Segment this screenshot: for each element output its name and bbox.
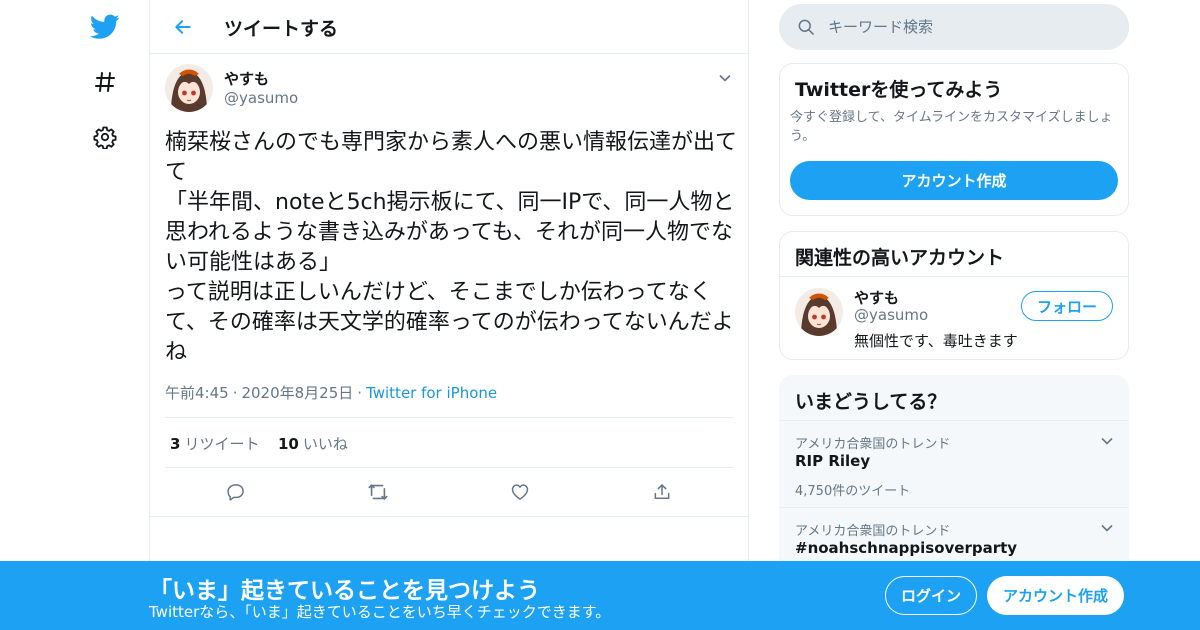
trend-context: アメリカ合衆国のトレンド xyxy=(795,524,951,539)
left-nav xyxy=(0,0,150,630)
trend-context: アメリカ合衆国のトレンド xyxy=(795,437,951,452)
related-card-title: 関連性の高いアカウント xyxy=(780,232,1128,277)
trends-card-title: いまどうしてる？ xyxy=(780,376,1128,421)
retweet-stat[interactable]: 3 リツイート xyxy=(170,433,259,454)
related-account-name[interactable]: やすも xyxy=(854,287,899,308)
tweet-text: 楠栞桜さんのでも専門家から素人への悪い情報伝達が出てて 「半年間、noteと5c… xyxy=(165,130,738,365)
trend-name: RIP Riley xyxy=(795,452,871,470)
retweet-label: リツイート xyxy=(184,435,260,453)
main-header: ツイートする xyxy=(150,0,748,54)
tweet-actions xyxy=(165,468,733,516)
chevron-down-icon[interactable] xyxy=(717,70,733,86)
bottom-signup-bar: 「いま」起きていることを見つけよう Twitterなら、「いま」起きていることを… xyxy=(0,561,1200,630)
like-stat[interactable]: 10 いいね xyxy=(278,433,348,454)
signup-card-title: Twitterを使ってみよう xyxy=(795,79,1003,101)
search-icon xyxy=(796,17,816,37)
search-box[interactable] xyxy=(779,4,1129,50)
tweet-meta: 午前4:45 · 2020年8月25日 · Twitter for iPhone xyxy=(165,384,498,402)
heart-icon[interactable] xyxy=(508,480,532,504)
related-accounts-card: 関連性の高いアカウント やすも @yasumo 無個性です、毒吐きます フォロー xyxy=(779,231,1129,360)
search-input[interactable] xyxy=(828,15,1108,39)
bottom-bar-subtitle: Twitterなら、「いま」起きていることをいち早くチェックできます。 xyxy=(149,603,611,621)
page-title: ツイートする xyxy=(224,18,339,40)
related-account-bio: 無個性です、毒吐きます xyxy=(854,332,1018,350)
related-account-handle[interactable]: @yasumo xyxy=(854,306,928,324)
signup-card-description: 今すぐ登録して、タイムラインをカスタマイズしましょう。 xyxy=(790,110,1113,144)
tweet-time[interactable]: 午前4:45 xyxy=(165,384,229,402)
tweet-stats: 3 リツイート 10 いいね xyxy=(165,417,733,468)
gear-icon[interactable] xyxy=(88,120,122,154)
bottom-bar-title: 「いま」起きていることを見つけよう xyxy=(149,578,540,604)
chevron-down-icon[interactable] xyxy=(1099,433,1115,449)
author-name[interactable]: やすも xyxy=(224,68,269,89)
avatar[interactable] xyxy=(165,64,213,112)
hashtag-icon[interactable] xyxy=(88,65,122,99)
trend-item[interactable]: アメリカ合衆国のトレンド RIP Riley 4,750件のツイート xyxy=(780,421,1128,508)
tweet: やすも @yasumo 楠栞桜さんのでも専門家から素人への悪い情報伝達が出てて … xyxy=(150,54,748,517)
trend-count: 4,750件のツイート xyxy=(795,484,911,499)
retweet-count: 3 xyxy=(170,435,181,453)
tweet-date[interactable]: 2020年8月25日 xyxy=(241,384,353,402)
back-arrow-icon[interactable] xyxy=(168,12,198,42)
author-handle[interactable]: @yasumo xyxy=(224,89,298,107)
tweet-author: やすも @yasumo xyxy=(165,64,733,114)
twitter-bird-icon[interactable] xyxy=(88,10,122,44)
signup-card: Twitterを使ってみよう 今すぐ登録して、タイムラインをカスタマイズしましょ… xyxy=(779,63,1129,216)
follow-button[interactable]: フォロー xyxy=(1021,291,1113,321)
login-button[interactable]: ログイン xyxy=(885,576,977,615)
chevron-down-icon[interactable] xyxy=(1099,520,1115,536)
create-account-button[interactable]: アカウント作成 xyxy=(790,161,1118,200)
like-count: 10 xyxy=(278,435,299,453)
retweet-icon[interactable] xyxy=(366,480,390,504)
signup-button[interactable]: アカウント作成 xyxy=(987,576,1124,615)
trend-name: #noahschnappisoverparty xyxy=(795,539,1018,557)
tweet-source[interactable]: Twitter for iPhone xyxy=(366,384,497,402)
reply-icon[interactable] xyxy=(224,480,248,504)
main-column: ツイートする やすも @yasumo 楠栞桜さんのでも専門家から素人への悪い情報… xyxy=(149,0,749,630)
avatar[interactable] xyxy=(795,288,843,336)
share-icon[interactable] xyxy=(650,480,674,504)
like-label: いいね xyxy=(302,435,348,453)
